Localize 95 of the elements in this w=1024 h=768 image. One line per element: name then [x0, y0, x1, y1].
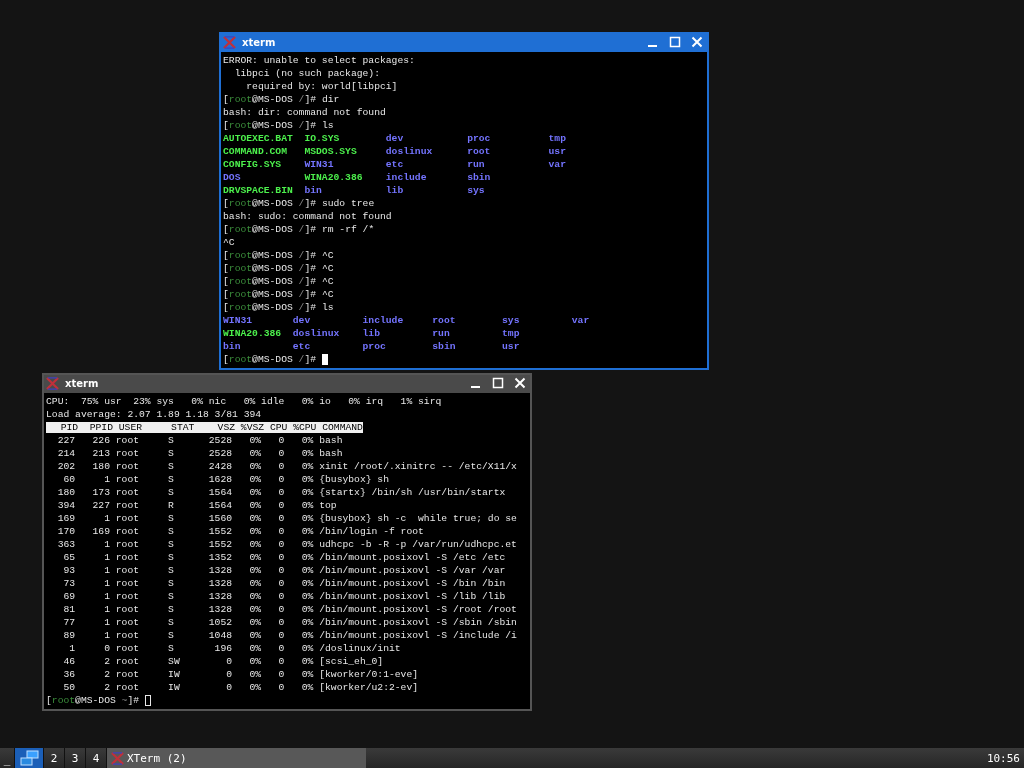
file-name: var	[548, 158, 567, 171]
prompt-line: [root@MS-DOS /]# ls	[223, 119, 334, 132]
prompt-line: [root@MS-DOS /]# ^C	[223, 262, 334, 275]
file-name: WIN31	[304, 158, 335, 171]
x-logo-icon	[111, 751, 124, 765]
file-name: sys	[467, 184, 486, 197]
terminal-line: CPU: 75% usr 23% sys 0% nic 0% idle 0% io 0% irq 1% sirq	[46, 395, 443, 408]
file-name: usr	[502, 340, 521, 353]
prompt-line: [root@MS-DOS /]# ^C	[223, 275, 334, 288]
prompt-line: [root@MS-DOS /]# rm -rf /*	[223, 223, 375, 236]
terminal-line: 69 1 root S 1328 0% 0 0% /bin/mount.posixovl -S /lib /lib	[62, 590, 507, 603]
terminal-line: 93 1 root S 1328 0% 0 0% /bin/mount.posixovl -S /var /var	[62, 564, 507, 577]
terminal-line: bash: sudo: command not found	[223, 210, 393, 223]
prompt-line: [root@MS-DOS /]# ^C	[223, 249, 334, 262]
terminal-line: 81 1 root S 1328 0% 0 0% /bin/mount.posixovl -S /root /root	[62, 603, 518, 616]
file-name: include	[385, 171, 428, 184]
file-name: COMMAND.COM	[223, 145, 288, 158]
terminal-line: 214 213 root S 2528 0% 0 0% bash	[56, 447, 344, 460]
clock: 10:56	[986, 750, 1021, 767]
file-name: bin	[304, 184, 323, 197]
close-button[interactable]	[691, 36, 703, 48]
terminal-line: Load average: 2.07 1.89 1.18 3/81 394	[46, 408, 263, 421]
file-name: include	[362, 314, 405, 327]
file-name: doslinux	[385, 145, 434, 158]
terminal-line: 89 1 root S 1048 0% 0 0% /bin/mount.posixovl -S /include /i	[62, 629, 518, 642]
terminal-line: 202 180 root S 2428 0% 0 0% xinit /root/.xinitrc -- /etc/X11/x	[56, 460, 518, 473]
terminal-line: bash: dir: command not found	[223, 106, 387, 119]
file-name: run	[432, 327, 451, 340]
maximize-button[interactable]	[669, 36, 681, 48]
file-name: WIN31	[223, 314, 254, 327]
terminal-line: 77 1 root S 1052 0% 0 0% /bin/mount.posixovl -S /sbin /sbin	[62, 616, 518, 629]
file-name: root	[467, 145, 492, 158]
prompt-line: [root@MS-DOS /]#	[223, 353, 318, 366]
file-name: bin	[223, 340, 242, 353]
terminal-line: ERROR: unable to select packages:	[223, 54, 416, 67]
file-name: dev	[385, 132, 405, 145]
file-name: etc	[385, 158, 405, 171]
show-desktop-button[interactable]: _	[0, 748, 14, 768]
terminal-line: 227 226 root S 2528 0% 0 0% bash	[56, 434, 344, 447]
terminal-line: 60 1 root S 1628 0% 0 0% {busybox} sh	[62, 473, 390, 486]
file-name: AUTOEXEC.BAT	[223, 132, 294, 145]
window-title: xterm	[242, 36, 276, 48]
file-name: etc	[292, 340, 312, 353]
file-name: sys	[502, 314, 521, 327]
prompt-line: [root@MS-DOS /]# ^C	[223, 288, 334, 301]
terminal-line: 169 1 root S 1560 0% 0 0% {busybox} sh -c while true; do se	[56, 512, 518, 525]
file-name: tmp	[548, 132, 567, 145]
x-logo-icon	[46, 376, 59, 390]
file-name: root	[432, 314, 457, 327]
column-header-bar: PID PPID USER STAT VSZ %VSZ CPU %CPU COMMAND	[46, 422, 363, 433]
terminal-line: 65 1 root S 1352 0% 0 0% /bin/mount.posixovl -S /etc /etc	[62, 551, 507, 564]
file-name: proc	[467, 132, 492, 145]
file-name: var	[571, 314, 591, 327]
taskbar-task-button[interactable]: XTerm (2)	[106, 748, 366, 768]
close-button[interactable]	[514, 377, 526, 389]
terminal-line: 170 169 root S 1552 0% 0 0% /bin/login -f root	[56, 525, 425, 538]
terminal-line: 394 227 root R 1564 0% 0 0% top	[56, 499, 338, 512]
file-name: usr	[548, 145, 567, 158]
file-name: CONFIG.SYS	[223, 158, 283, 171]
file-name: sbin	[432, 340, 457, 353]
workspace-button[interactable]: 2	[43, 748, 64, 768]
terminal-line: 50 2 root IW 0 0% 0 0% [kworker/u2:2-ev]	[62, 681, 420, 694]
x-logo-icon	[223, 35, 236, 49]
terminal-line: 363 1 root S 1552 0% 0 0% udhcpc -b -R -p /var/run/udhcpc.et	[56, 538, 518, 551]
file-name: run	[467, 158, 486, 171]
file-name: sbin	[467, 171, 492, 184]
terminal-line: 36 2 root IW 0 0% 0 0% [kworker/0:1-eve]	[62, 668, 420, 681]
window-title: xterm	[65, 377, 99, 389]
prompt-line: [root@MS-DOS /]# dir	[223, 93, 340, 106]
terminal-line: required by: world[libpci]	[245, 80, 399, 93]
workspace-button[interactable]: 3	[64, 748, 85, 768]
file-name: doslinux	[292, 327, 341, 340]
file-name: lib	[362, 327, 381, 340]
prompt-line: [root@MS-DOS ~]#	[46, 694, 141, 707]
file-name: DOS	[223, 171, 242, 184]
terminal-line: 1 0 root S 196 0% 0 0% /doslinux/init	[68, 642, 402, 655]
file-name: WINA20.386	[223, 327, 283, 340]
prompt-line: [root@MS-DOS /]# ls	[223, 301, 334, 314]
file-name: MSDOS.SYS	[304, 145, 358, 158]
file-name: dev	[292, 314, 312, 327]
workspace-button[interactable]	[14, 748, 43, 768]
terminal-line: 73 1 root S 1328 0% 0 0% /bin/mount.posixovl -S /bin /bin	[62, 577, 507, 590]
pager-icon	[18, 750, 40, 766]
file-name: lib	[385, 184, 405, 197]
file-name: proc	[362, 340, 387, 353]
maximize-button[interactable]	[492, 377, 504, 389]
terminal-line: 46 2 root SW 0 0% 0 0% [scsi_eh_0]	[62, 655, 385, 668]
file-name: WINA20.386	[304, 171, 364, 184]
terminal-line: 180 173 root S 1564 0% 0 0% {startx} /bin/sh /usr/bin/startx	[56, 486, 507, 499]
file-name: DRVSPACE.BIN	[223, 184, 294, 197]
file-name: IO.SYS	[304, 132, 341, 145]
terminal-line: ^C	[223, 236, 236, 249]
prompt-line: [root@MS-DOS /]# sudo tree	[223, 197, 375, 210]
terminal-line: libpci (no such package):	[233, 67, 381, 80]
file-name: tmp	[502, 327, 521, 340]
